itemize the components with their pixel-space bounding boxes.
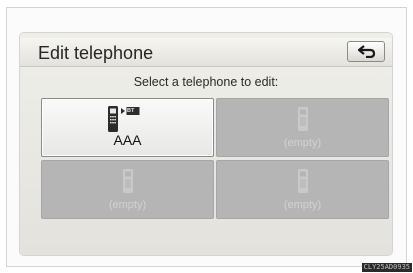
phone-slot-label: AAA	[113, 132, 142, 148]
mobile-phone-icon	[298, 107, 308, 131]
phone-slot-1[interactable]: BT AAA	[41, 98, 214, 157]
phone-slot-2[interactable]: (empty)	[216, 98, 389, 157]
mobile-phone-icon	[298, 169, 308, 193]
back-button[interactable]	[347, 41, 385, 62]
phone-slot-label: (empty)	[283, 199, 322, 211]
phone-slot-label: (empty)	[108, 199, 147, 211]
figure-code: CLY25AD0935	[361, 263, 412, 272]
phone-slot-3[interactable]: (empty)	[41, 160, 214, 219]
page-title: Edit telephone	[38, 43, 154, 63]
instruction-text: Select a telephone to edit:	[133, 75, 279, 89]
return-arrow-icon	[357, 45, 376, 58]
mobile-phone-icon	[123, 169, 133, 193]
phone-slot-label: (empty)	[283, 137, 322, 149]
bluetooth-mark-text: BT	[127, 108, 135, 114]
phone-slot-4[interactable]: (empty)	[216, 160, 389, 219]
